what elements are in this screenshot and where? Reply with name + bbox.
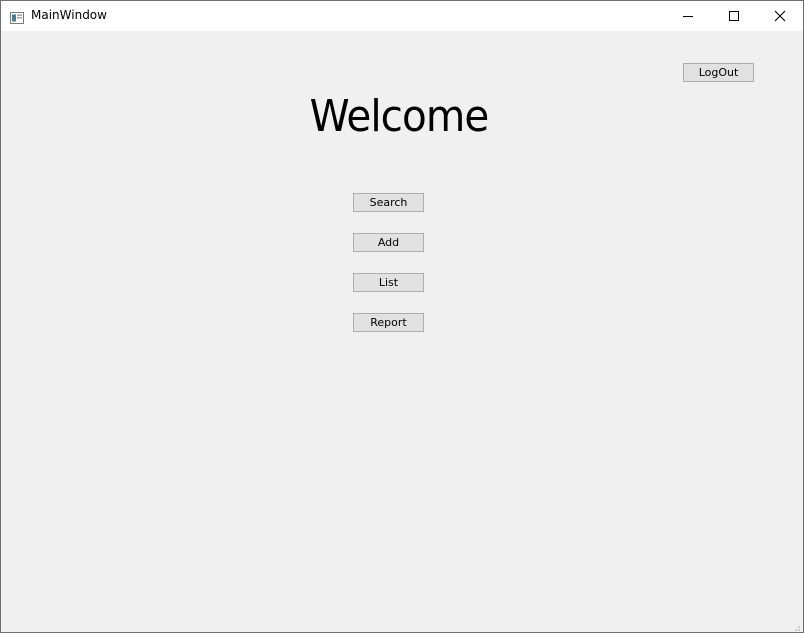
report-button[interactable]: Report [353, 313, 424, 332]
main-window: MainWindow LogOut Welcome Search Add Lis… [0, 0, 804, 633]
close-button[interactable] [757, 1, 803, 31]
size-grip-icon[interactable] [791, 620, 801, 631]
welcome-heading: Welcome [309, 91, 490, 142]
add-button[interactable]: Add [353, 233, 424, 252]
title-bar[interactable]: MainWindow [1, 1, 803, 31]
app-window-icon [10, 9, 24, 24]
search-button[interactable]: Search [353, 193, 424, 212]
window-title: MainWindow [31, 8, 107, 22]
maximize-icon [728, 10, 740, 22]
list-button[interactable]: List [353, 273, 424, 292]
maximize-button[interactable] [711, 1, 757, 31]
logout-button[interactable]: LogOut [683, 63, 754, 82]
minimize-icon [682, 10, 694, 22]
close-icon [774, 10, 786, 22]
central-widget: LogOut Welcome Search Add List Report [1, 31, 803, 632]
minimize-button[interactable] [665, 1, 711, 31]
